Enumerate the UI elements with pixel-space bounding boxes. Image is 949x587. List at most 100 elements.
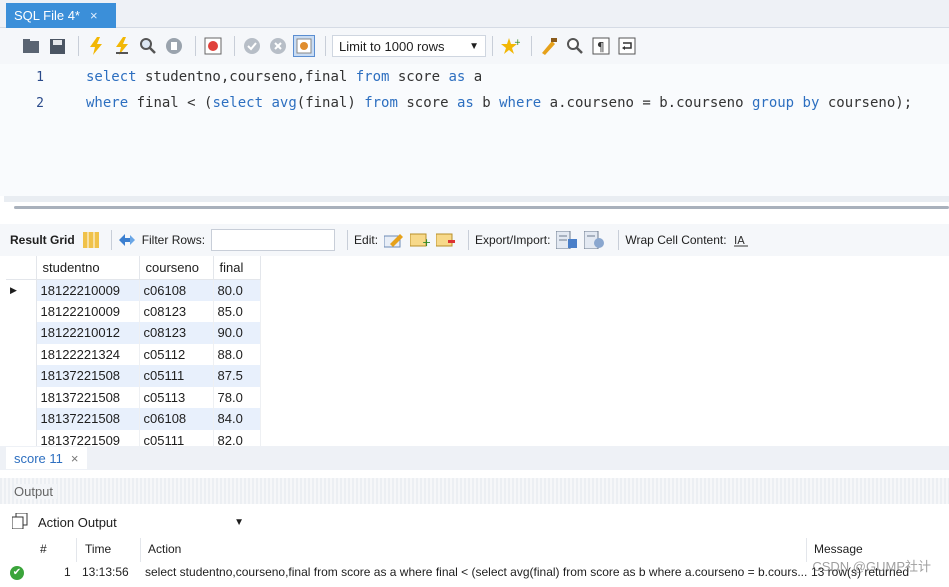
table-cell-courseno[interactable]: c08123 bbox=[139, 300, 214, 322]
close-icon[interactable]: × bbox=[90, 8, 98, 23]
toolbar-separator bbox=[78, 36, 79, 56]
execute-icon[interactable] bbox=[85, 35, 107, 57]
stop-icon[interactable] bbox=[163, 35, 185, 57]
toolbar-separator bbox=[234, 36, 235, 56]
invisible-chars-icon[interactable]: ¶ bbox=[590, 35, 612, 57]
table-cell-studentno[interactable]: 18137221508 bbox=[36, 386, 140, 408]
pane-splitter[interactable] bbox=[14, 206, 949, 209]
output-table: # Time Action Message ✔ 1 13:13:56 selec… bbox=[0, 538, 949, 587]
table-cell-studentno[interactable]: 18122210009 bbox=[36, 300, 140, 322]
code-text[interactable]: select studentno,courseno,final from sco… bbox=[86, 69, 482, 85]
row-selector[interactable] bbox=[6, 300, 37, 322]
table-cell-final[interactable]: 82.0 bbox=[213, 429, 261, 446]
table-cell-final[interactable]: 85.0 bbox=[213, 300, 261, 322]
sql-editor[interactable]: 1 select studentno,courseno,final from s… bbox=[0, 64, 949, 196]
table-cell-courseno[interactable]: c05111 bbox=[139, 365, 214, 387]
commit-icon[interactable] bbox=[241, 35, 263, 57]
table-cell-studentno[interactable]: 18122221324 bbox=[36, 343, 140, 365]
delete-row-icon[interactable] bbox=[436, 232, 456, 248]
table-cell-final[interactable]: 80.0 bbox=[213, 279, 261, 301]
table-cell-final[interactable]: 90.0 bbox=[213, 322, 261, 344]
sql-keyword: avg bbox=[271, 95, 297, 111]
editor-line[interactable]: 2 where final < (select avg(final) from … bbox=[0, 90, 912, 116]
code-text[interactable]: where final < (select avg(final) from sc… bbox=[86, 95, 912, 111]
column-divider bbox=[140, 538, 141, 562]
copy-icon[interactable] bbox=[11, 512, 28, 532]
editor-line[interactable]: 1 select studentno,courseno,final from s… bbox=[0, 64, 482, 90]
column-header-final[interactable]: final bbox=[213, 256, 261, 280]
editor-horizontal-scrollbar[interactable] bbox=[4, 196, 949, 202]
close-icon[interactable]: × bbox=[71, 451, 79, 466]
result-grid-button[interactable]: Result Grid bbox=[10, 233, 75, 247]
table-cell-studentno[interactable]: 18137221508 bbox=[36, 365, 140, 387]
table-cell-final[interactable]: 78.0 bbox=[213, 386, 261, 408]
table-cell-courseno[interactable]: c05111 bbox=[139, 429, 214, 446]
output-row-num: 1 bbox=[64, 565, 71, 579]
table-cell-courseno[interactable]: c06108 bbox=[139, 279, 214, 301]
refresh-icon[interactable] bbox=[118, 232, 136, 248]
edit-row-icon[interactable] bbox=[384, 232, 404, 248]
output-type-select[interactable]: Action Output ▼ bbox=[28, 511, 248, 533]
row-selector[interactable] bbox=[6, 322, 37, 344]
tab-result-score[interactable]: score 11 × bbox=[6, 447, 87, 469]
filter-rows-input[interactable] bbox=[211, 229, 336, 251]
column-header-courseno[interactable]: courseno bbox=[139, 256, 214, 280]
open-folder-icon[interactable] bbox=[20, 35, 42, 57]
output-col-num: # bbox=[40, 542, 47, 556]
explain-icon[interactable] bbox=[137, 35, 159, 57]
wrap-cell-icon[interactable]: IA bbox=[733, 232, 749, 248]
table-cell-final[interactable]: 88.0 bbox=[213, 343, 261, 365]
find-icon[interactable] bbox=[564, 35, 586, 57]
table-cell-studentno[interactable]: 18137221509 bbox=[36, 429, 140, 446]
toggle-error-icon[interactable] bbox=[202, 35, 224, 57]
sql-keyword: group by bbox=[751, 95, 820, 111]
table-cell-final[interactable]: 87.5 bbox=[213, 365, 261, 387]
table-cell-courseno[interactable]: c05113 bbox=[139, 386, 214, 408]
table-cell-courseno[interactable]: c06108 bbox=[139, 408, 214, 430]
table-row[interactable]: 18137221508 c05113 78.0 bbox=[6, 386, 261, 408]
chevron-down-icon: ▼ bbox=[234, 516, 244, 528]
table-cell-studentno[interactable]: 18122210009 bbox=[36, 279, 140, 301]
table-cell-studentno[interactable]: 18122210012 bbox=[36, 322, 140, 344]
import-icon[interactable] bbox=[584, 231, 606, 249]
current-row-marker-icon[interactable]: ▶ bbox=[6, 279, 37, 301]
execute-current-icon[interactable] bbox=[111, 35, 133, 57]
table-cell-courseno[interactable]: c05112 bbox=[139, 343, 214, 365]
row-selector[interactable] bbox=[6, 408, 37, 430]
column-header-studentno[interactable]: studentno bbox=[36, 256, 140, 280]
table-row[interactable]: 18122210012 c08123 90.0 bbox=[6, 322, 261, 344]
output-row[interactable]: ✔ 1 13:13:56 select studentno,courseno,f… bbox=[0, 564, 949, 584]
toolbar-separator bbox=[110, 230, 112, 250]
insert-row-icon[interactable]: + bbox=[410, 232, 430, 248]
grid-view-icon[interactable] bbox=[82, 232, 99, 248]
toolbar-separator bbox=[531, 36, 532, 56]
row-selector[interactable] bbox=[6, 365, 37, 387]
result-grid[interactable]: studentno courseno final ▶ 18122210009 c06… bbox=[6, 256, 266, 446]
sql-text: (final) bbox=[296, 95, 365, 111]
watermark: CSDN @GUMP社计 bbox=[812, 559, 931, 574]
table-header-row: studentno courseno final bbox=[6, 256, 261, 280]
export-icon[interactable] bbox=[556, 231, 578, 249]
sql-text: score bbox=[397, 95, 457, 111]
star-icon[interactable]: + bbox=[499, 35, 521, 57]
beautify-icon[interactable] bbox=[538, 35, 560, 57]
table-row[interactable]: 18137221509 c05111 82.0 bbox=[6, 429, 261, 446]
tab-sql-file[interactable]: SQL File 4* × bbox=[6, 3, 116, 28]
row-selector[interactable] bbox=[6, 429, 37, 446]
svg-text:IA: IA bbox=[734, 234, 745, 247]
table-cell-studentno[interactable]: 18137221508 bbox=[36, 408, 140, 430]
table-row[interactable]: 18122210009 c08123 85.0 bbox=[6, 300, 261, 322]
table-row[interactable]: ▶ 18122210009 c06108 80.0 bbox=[6, 279, 261, 301]
row-selector[interactable] bbox=[6, 386, 37, 408]
autocommit-icon[interactable] bbox=[293, 35, 315, 57]
table-cell-final[interactable]: 84.0 bbox=[213, 408, 261, 430]
table-row[interactable]: 18137221508 c05111 87.5 bbox=[6, 365, 261, 387]
wrap-icon[interactable] bbox=[616, 35, 638, 57]
save-icon[interactable] bbox=[46, 35, 68, 57]
row-selector[interactable] bbox=[6, 343, 37, 365]
limit-rows-select[interactable]: Limit to 1000 rows ▼ bbox=[332, 35, 486, 57]
table-row[interactable]: 18122221324 c05112 88.0 bbox=[6, 343, 261, 365]
table-cell-courseno[interactable]: c08123 bbox=[139, 322, 214, 344]
table-row[interactable]: 18137221508 c06108 84.0 bbox=[6, 408, 261, 430]
rollback-icon[interactable] bbox=[267, 35, 289, 57]
